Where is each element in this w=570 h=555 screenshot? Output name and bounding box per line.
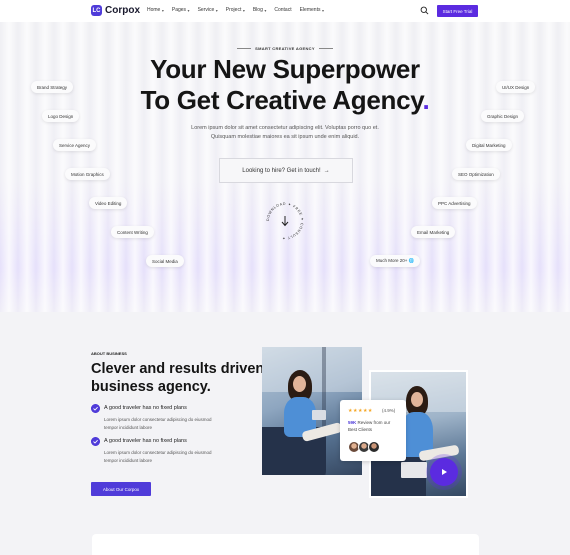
chevron-down-icon: ▾ xyxy=(187,7,190,13)
service-tag-right[interactable]: Much More 20+ 🌐 xyxy=(370,255,421,267)
review-text: 59K Review from our Best Clients xyxy=(348,419,400,433)
logo[interactable]: LC Corpox xyxy=(91,5,140,16)
logo-text: Corpox xyxy=(105,5,140,16)
hero-title-dot: . xyxy=(422,85,430,115)
chevron-down-icon: ▾ xyxy=(242,7,245,13)
arrow-down-icon xyxy=(281,216,289,227)
play-button[interactable] xyxy=(430,458,458,486)
hero-title-line2: To Get Creative Agency xyxy=(140,85,423,115)
nav-item-label: Home xyxy=(147,7,161,13)
check-icon xyxy=(91,404,100,413)
hero-title-line1: Your New Superpower xyxy=(150,54,420,84)
service-tag-left[interactable]: Logo Design xyxy=(42,110,80,122)
main-menu: Home ▾ Pages ▾ Service ▾ Project ▾ Blog ▾ Contact E… xyxy=(147,7,332,13)
get-in-touch-label: Looking to hire? Get in touch! xyxy=(242,167,321,174)
consult-circle-badge[interactable]: DOWNLOAD ✦ FREE ✦ CONSULT ✦ xyxy=(264,200,306,242)
person-face xyxy=(293,376,306,392)
hero-eyebrow-text: SMART CREATIVE AGENCY xyxy=(255,46,315,51)
next-section-card xyxy=(92,534,479,555)
chevron-down-icon: ▾ xyxy=(161,7,164,13)
start-free-trial-button[interactable]: Start Free Trial xyxy=(437,5,478,17)
about-eyebrow: ABOUT BUSINESS xyxy=(91,351,127,356)
review-card: ★★★★★ (4.9%) 59K Review from our Best Cl… xyxy=(340,400,406,461)
top-navbar: LC Corpox Home ▾ Pages ▾ Service ▾ Project ▾ Blo… xyxy=(0,0,570,22)
divider xyxy=(318,48,333,49)
person-face xyxy=(411,392,423,407)
service-tag-left[interactable]: Content Writing xyxy=(111,226,154,238)
nav-item-home[interactable]: Home ▾ xyxy=(147,7,164,13)
chevron-down-icon: ▾ xyxy=(321,7,324,13)
nav-item-label: Pages xyxy=(171,7,187,13)
about-corpox-button[interactable]: About Our Corpox xyxy=(91,482,151,496)
chevron-down-icon: ▾ xyxy=(264,7,267,13)
service-tag-right[interactable]: Graphic Design xyxy=(481,110,525,122)
service-tag-right[interactable]: UI/UX Design xyxy=(496,81,536,93)
about-title: Clever and results driven business agenc… xyxy=(91,361,265,395)
chevron-down-icon: ▾ xyxy=(215,7,218,13)
nav-item-contact[interactable]: Contact xyxy=(274,7,291,13)
hero-eyebrow: SMART CREATIVE AGENCY xyxy=(0,46,570,51)
hero-title: Your New Superpower To Get Creative Agen… xyxy=(0,54,570,116)
nav-item-pages[interactable]: Pages ▾ xyxy=(172,7,190,13)
arrow-right-icon: → xyxy=(323,167,330,174)
nav-item-label: Blog xyxy=(252,7,263,13)
service-tag-right[interactable]: SEO Optimization xyxy=(452,168,500,180)
nav-item-service[interactable]: Service ▾ xyxy=(198,7,218,13)
nav-item-elements[interactable]: Elements ▾ xyxy=(300,7,324,13)
laptop xyxy=(401,462,427,478)
rating-value: (4.9%) xyxy=(382,408,396,413)
hero-subtitle: Lorem ipsum dolor sit amet consectetur a… xyxy=(191,125,379,140)
service-tag-left[interactable]: Service Agency xyxy=(53,139,97,151)
check-icon xyxy=(91,437,100,446)
nav-item-label: Elements xyxy=(299,7,321,13)
feature-text: Lorem ipsum dolor consectetur adipiscing… xyxy=(104,417,212,430)
nav-item-label: Service xyxy=(197,7,215,13)
avatar xyxy=(368,441,380,453)
star-rating-icon: ★★★★★ xyxy=(348,408,373,414)
feature-title: A good traveler has no fixed plans xyxy=(104,438,187,444)
service-tag-left[interactable]: Motion Graphics xyxy=(65,168,110,180)
service-tag-left[interactable]: Social Media xyxy=(146,255,184,267)
nav-item-project[interactable]: Project ▾ xyxy=(226,7,245,13)
tablet xyxy=(312,410,326,420)
service-tag-right[interactable]: Digital Marketing xyxy=(466,139,512,151)
search-icon[interactable] xyxy=(420,6,429,15)
service-tag-right[interactable]: PPC Advertising xyxy=(432,197,477,209)
feature-title: A good traveler has no fixed plans xyxy=(104,405,187,411)
service-tag-right[interactable]: Email Marketing xyxy=(411,226,456,238)
feature-text: Lorem ipsum dolor consectetur adipiscing… xyxy=(104,450,212,463)
nav-item-label: Project xyxy=(225,7,242,13)
nav-item-blog[interactable]: Blog ▾ xyxy=(253,7,267,13)
divider xyxy=(237,48,252,49)
get-in-touch-button[interactable]: Looking to hire? Get in touch! → xyxy=(219,158,353,183)
logo-mark: LC xyxy=(91,5,102,16)
play-icon xyxy=(442,469,447,475)
nav-item-label: Contact xyxy=(274,7,292,13)
service-tag-left[interactable]: Brand Strategy xyxy=(31,81,74,93)
window xyxy=(262,347,362,392)
service-tag-left[interactable]: Video Editing xyxy=(89,197,128,209)
